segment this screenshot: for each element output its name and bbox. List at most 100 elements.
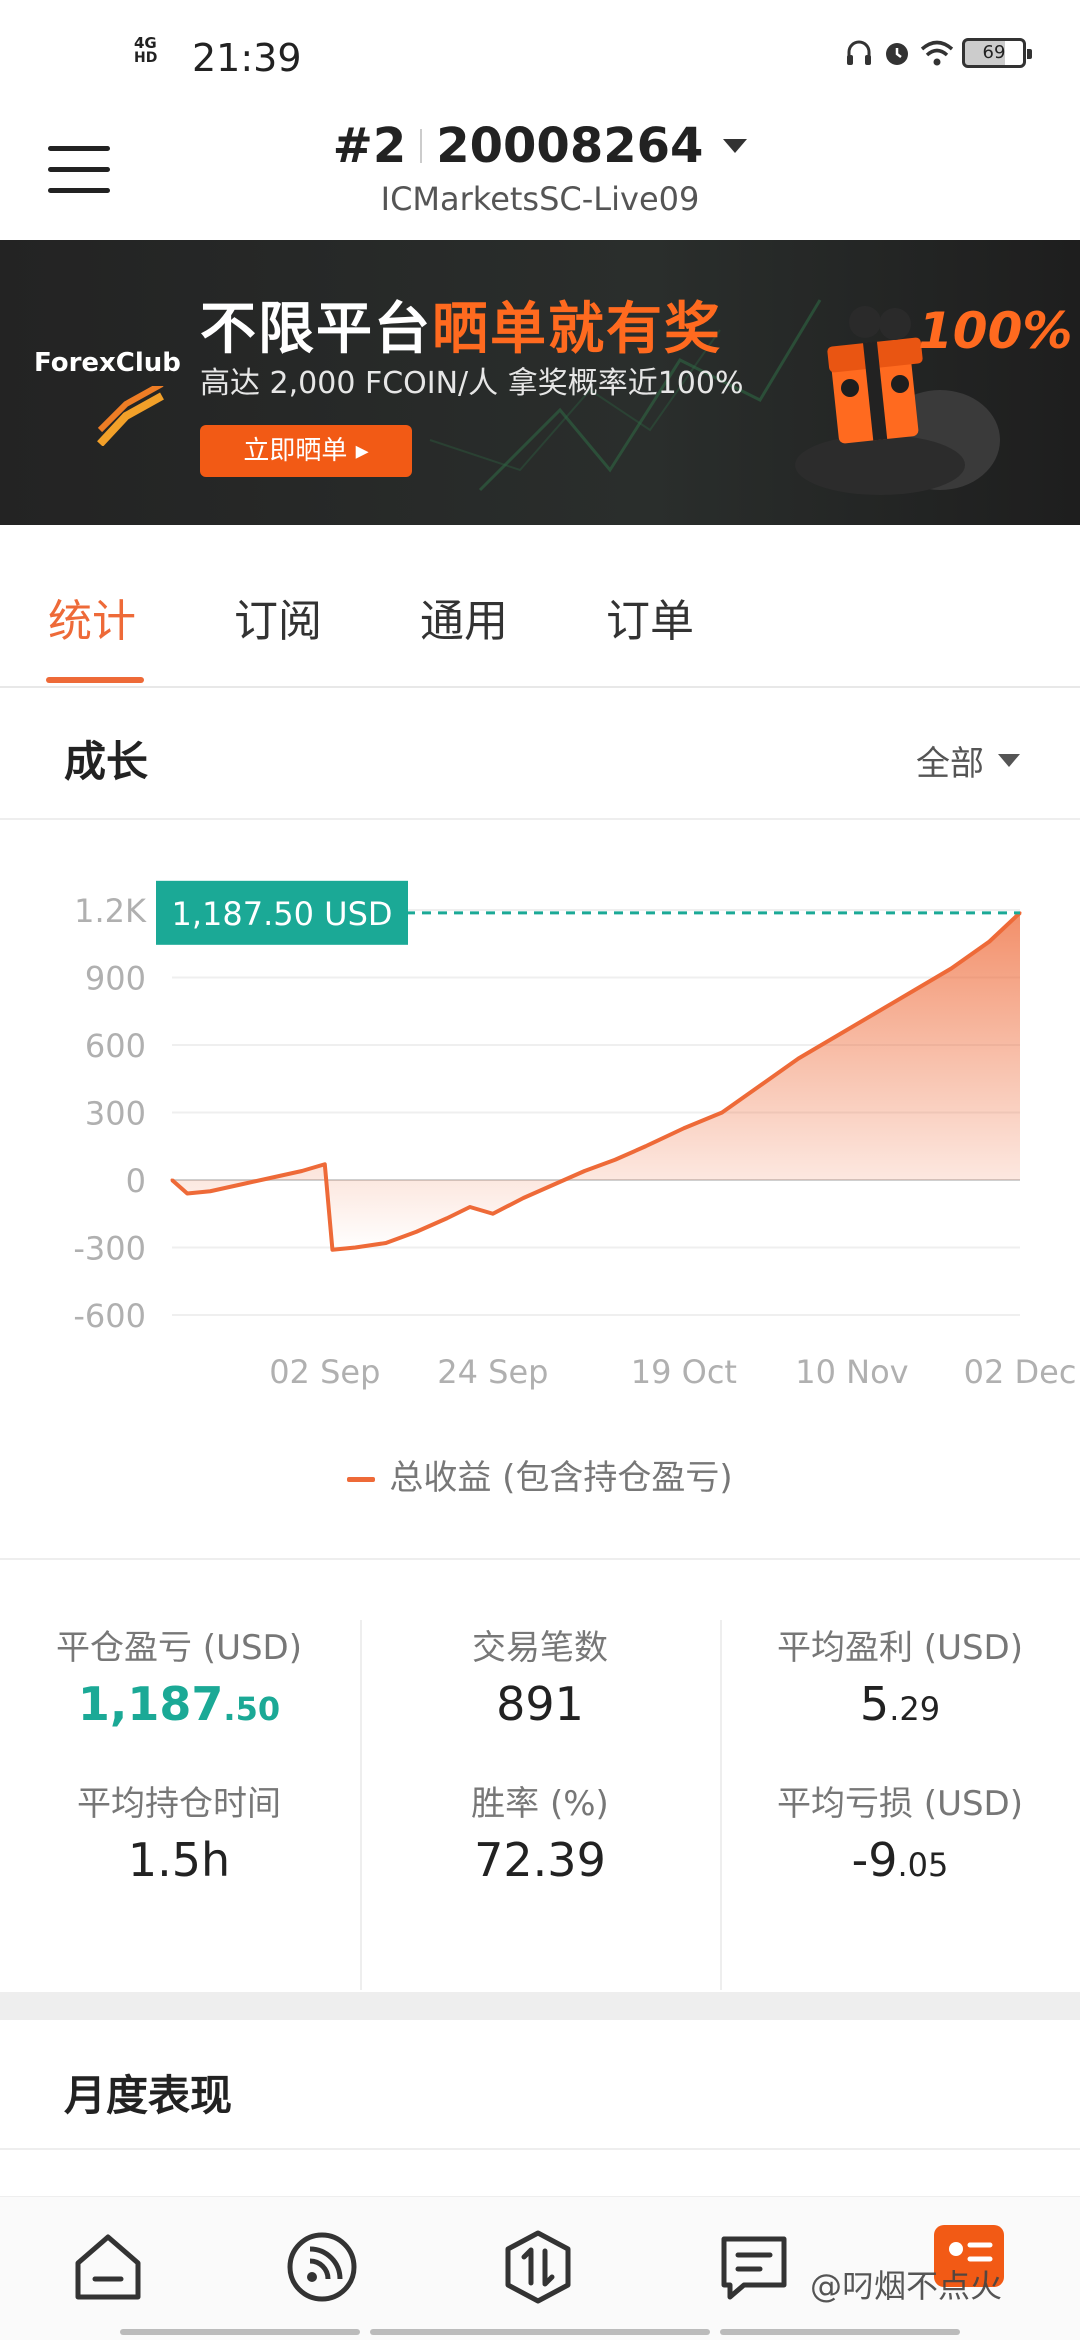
gesture-bar — [120, 2329, 360, 2335]
banner-subtitle: 高达 2,000 FCOIN/人 拿奖概率近100% — [200, 366, 744, 401]
stat-value: 5.29 — [859, 1677, 941, 1731]
stat-value: 72.39 — [474, 1833, 606, 1887]
status-icons: 69 — [844, 38, 1032, 68]
trade-icon[interactable] — [498, 2227, 578, 2307]
banner-percent: 100% — [918, 302, 1073, 360]
y-tick-label: 1.2K — [74, 892, 147, 930]
clock: 21:39 — [192, 36, 302, 80]
share-order-button[interactable]: 立即晒单 ▸ — [200, 425, 412, 477]
account-selector[interactable]: #2 20008264 ICMarketsSC-Live09 — [0, 118, 1080, 218]
data-point — [330, 1248, 334, 1252]
home-icon[interactable] — [68, 2227, 148, 2307]
data-point — [491, 1212, 495, 1216]
battery-icon: 69 — [962, 38, 1032, 68]
wifi-icon — [920, 40, 954, 66]
banner-title: 不限平台晒单就有奖 — [200, 297, 722, 362]
x-tick-label: 19 Oct — [631, 1353, 737, 1391]
stats-column: 交易笔数 891 胜率 (%) 72.39 — [360, 1620, 718, 1990]
data-point — [758, 1084, 762, 1087]
tab-subscribe[interactable]: 订阅 — [234, 585, 322, 649]
area-fill — [172, 912, 1020, 1250]
legend-swatch — [347, 1477, 376, 1482]
data-point — [185, 1192, 189, 1195]
promo-banner[interactable]: ForexClub 不限平台晒单就有奖 高达 2,000 FCOIN/人 拿奖概… — [0, 240, 1080, 525]
stat-label: 平均持仓时间 — [77, 1784, 281, 1824]
stat-value: 1.5h — [127, 1833, 231, 1887]
data-point — [468, 1205, 472, 1209]
forexclub-logo-mark — [97, 386, 164, 446]
forexclub-logo: ForexClub — [34, 348, 181, 378]
stat-label: 平均亏损 (USD) — [777, 1784, 1023, 1824]
bottom-nav: @叼烟不点火 — [0, 2196, 1080, 2340]
tab-statistics[interactable]: 统计 — [48, 585, 136, 649]
x-tick-label: 24 Sep — [437, 1353, 548, 1391]
data-point — [384, 1241, 388, 1245]
y-tick-label: -600 — [73, 1297, 146, 1335]
data-point — [521, 1196, 525, 1200]
data-point — [353, 1246, 357, 1249]
monthly-title: 月度表现 — [64, 2071, 233, 2120]
stat-win-rate: 胜率 (%) 72.39 — [362, 1776, 718, 1932]
stat-label: 平仓盈亏 (USD) — [56, 1628, 302, 1668]
watermark: @叼烟不点火 — [810, 2267, 1003, 2305]
messages-icon[interactable] — [714, 2227, 794, 2307]
section-divider — [0, 1992, 1080, 2020]
stat-closed-pnl: 平仓盈亏 (USD) 1,187.50 — [0, 1620, 358, 1776]
x-tick-label: 10 Nov — [795, 1353, 908, 1391]
chart-legend[interactable]: 总收益 (包含持仓盈亏) — [0, 1450, 1080, 1499]
stats-grid: 平仓盈亏 (USD) 1,187.50 平均持仓时间 1.5h 交易笔数 891… — [0, 1562, 1080, 1992]
y-tick-label: -300 — [73, 1230, 146, 1268]
tab-orders[interactable]: 订单 — [606, 585, 694, 649]
monthly-performance-header[interactable]: 月度表现 — [0, 2020, 1080, 2150]
legend-label: 总收益 (包含持仓盈亏) — [389, 1458, 733, 1498]
network-indicator: 4G HD — [134, 34, 158, 66]
stats-column: 平仓盈亏 (USD) 1,187.50 平均持仓时间 1.5h — [0, 1620, 358, 1990]
tab-general[interactable]: 通用 — [420, 585, 508, 649]
stat-avg-loss: 平均亏损 (USD) -9.05 — [722, 1776, 1078, 1932]
data-point — [949, 967, 953, 970]
status-bar: 4G HD 21:39 69 — [0, 0, 1080, 110]
chevron-down-icon — [723, 139, 748, 153]
server-name: ICMarketsSC-Live09 — [380, 180, 700, 218]
data-point — [445, 1216, 449, 1220]
stat-avg-holding-time: 平均持仓时间 1.5h — [0, 1776, 358, 1932]
last-value-label: 1,187.50 USD — [171, 895, 392, 933]
data-point — [613, 1158, 617, 1162]
data-point — [239, 1183, 243, 1186]
account-index: #2 — [332, 118, 407, 174]
separator — [420, 129, 423, 163]
growth-title: 成长 — [64, 737, 149, 786]
data-point — [987, 940, 991, 943]
active-tab-indicator — [46, 677, 144, 683]
gesture-bar — [720, 2329, 960, 2335]
stat-label: 胜率 (%) — [471, 1784, 609, 1824]
x-tick-label: 02 Dec — [964, 1353, 1077, 1391]
growth-chart: 1.2K 900 600 300 0 -300 -600 02 Sep 24 Sep 19 Oct… — [0, 820, 1080, 1560]
y-tick-label: 0 — [126, 1162, 146, 1200]
data-point — [720, 1111, 724, 1114]
stat-value: 1,187.50 — [77, 1677, 281, 1731]
y-tick-label: 300 — [85, 1095, 146, 1133]
data-point — [796, 1057, 800, 1060]
data-point — [323, 1162, 327, 1166]
range-label: 全部 — [916, 744, 984, 784]
stat-avg-profit: 平均盈利 (USD) 5.29 — [722, 1620, 1078, 1776]
growth-chart-svg: 1.2K 900 600 300 0 -300 -600 02 Sep 24 Sep 19 Oct… — [73, 880, 1077, 1391]
data-point — [170, 1178, 174, 1182]
stat-label: 平均盈利 (USD) — [777, 1628, 1023, 1668]
data-point — [414, 1230, 418, 1234]
stat-trade-count: 交易笔数 891 — [362, 1620, 718, 1776]
feed-icon[interactable] — [282, 2227, 362, 2307]
stat-value: 891 — [496, 1677, 584, 1731]
y-tick-label: 900 — [85, 960, 146, 998]
headphones-icon — [847, 40, 871, 65]
range-selector[interactable]: 全部 — [916, 736, 1020, 785]
alarm-icon — [886, 43, 908, 65]
data-point — [300, 1169, 304, 1173]
app-header: #2 20008264 ICMarketsSC-Live09 — [0, 110, 1080, 240]
data-point — [682, 1126, 686, 1130]
gesture-bar — [370, 2329, 710, 2335]
data-point — [583, 1169, 587, 1173]
x-tick-label: 02 Sep — [269, 1353, 380, 1391]
growth-section-header: 成长 全部 — [0, 690, 1080, 820]
